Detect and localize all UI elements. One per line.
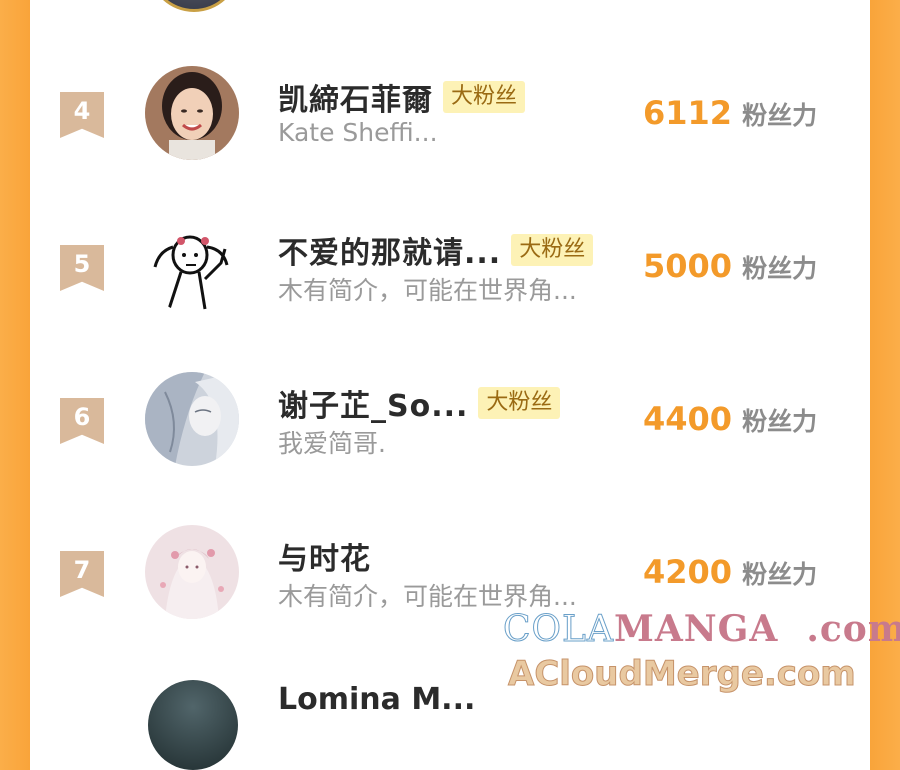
- name-line: 谢子芷_So... 大粉丝: [278, 381, 561, 425]
- user-bio: 木有简介，可能在世界角...: [278, 276, 577, 305]
- score-value: 4400: [643, 400, 733, 438]
- avatar[interactable]: [145, 219, 239, 313]
- user-name[interactable]: 与时花: [278, 534, 371, 578]
- score-value: 6112: [643, 94, 733, 132]
- avatar[interactable]: [145, 372, 239, 466]
- leaderboard-row[interactable]: 5 不爱的那就请... 大粉丝 木有简介，可能在世界角... 5000 粉丝力: [0, 213, 900, 323]
- fan-score: 6112 粉丝力: [643, 94, 817, 132]
- avatar-stick-figure: [145, 219, 239, 313]
- user-bio: 木有简介，可能在世界角...: [278, 582, 577, 611]
- user-name[interactable]: Lomina M...: [278, 682, 475, 717]
- avatar[interactable]: [145, 525, 239, 619]
- user-name[interactable]: 不爱的那就请...: [278, 228, 501, 272]
- avatar-anime-girl: [145, 525, 239, 619]
- user-bio: Kate Sheffi...: [278, 118, 438, 147]
- leaderboard-row[interactable]: 7 与时花 木有简介，可能在世界角... 4200 粉丝力: [0, 519, 900, 629]
- score-unit: 粉丝力: [742, 254, 818, 283]
- avatar-illustration-figure: [145, 372, 239, 466]
- rank-badge: 4: [60, 92, 104, 138]
- rank-badge: 6: [60, 398, 104, 444]
- rank-badge: 7: [60, 551, 104, 597]
- score-unit: 粉丝力: [742, 560, 818, 589]
- fan-level-tag: 大粉丝: [443, 81, 526, 113]
- fan-score: 4400 粉丝力: [643, 400, 817, 438]
- name-line: 不爱的那就请... 大粉丝: [278, 228, 594, 272]
- score-unit: 粉丝力: [742, 101, 818, 130]
- score-value: 5000: [643, 247, 733, 285]
- user-name[interactable]: 凯締石菲爾: [278, 75, 433, 119]
- leaderboard-row-partial[interactable]: Lomina M...: [0, 680, 900, 770]
- fan-level-tag: 大粉丝: [478, 387, 561, 419]
- user-bio: 我爱简哥.: [278, 429, 386, 458]
- score-unit: 粉丝力: [742, 407, 818, 436]
- rank-badge: 5: [60, 245, 104, 291]
- leaderboard-row[interactable]: 4 凯締石菲爾 大粉丝 Kate Sheffi... 6112 粉丝力: [0, 60, 900, 170]
- avatar-photo-woman: [145, 66, 239, 160]
- avatar[interactable]: [145, 66, 239, 160]
- user-name[interactable]: 谢子芷_So...: [278, 381, 468, 425]
- avatar[interactable]: [148, 680, 238, 770]
- fan-level-tag: 大粉丝: [511, 234, 594, 266]
- leaderboard-row[interactable]: 6 谢子芷_So... 大粉丝 我爱简哥. 4400 粉丝力: [0, 366, 900, 476]
- score-value: 4200: [643, 553, 733, 591]
- name-line: 与时花: [278, 534, 371, 578]
- name-line: 凯締石菲爾 大粉丝: [278, 75, 526, 119]
- fan-score: 4200 粉丝力: [643, 553, 817, 591]
- fan-score: 5000 粉丝力: [643, 247, 817, 285]
